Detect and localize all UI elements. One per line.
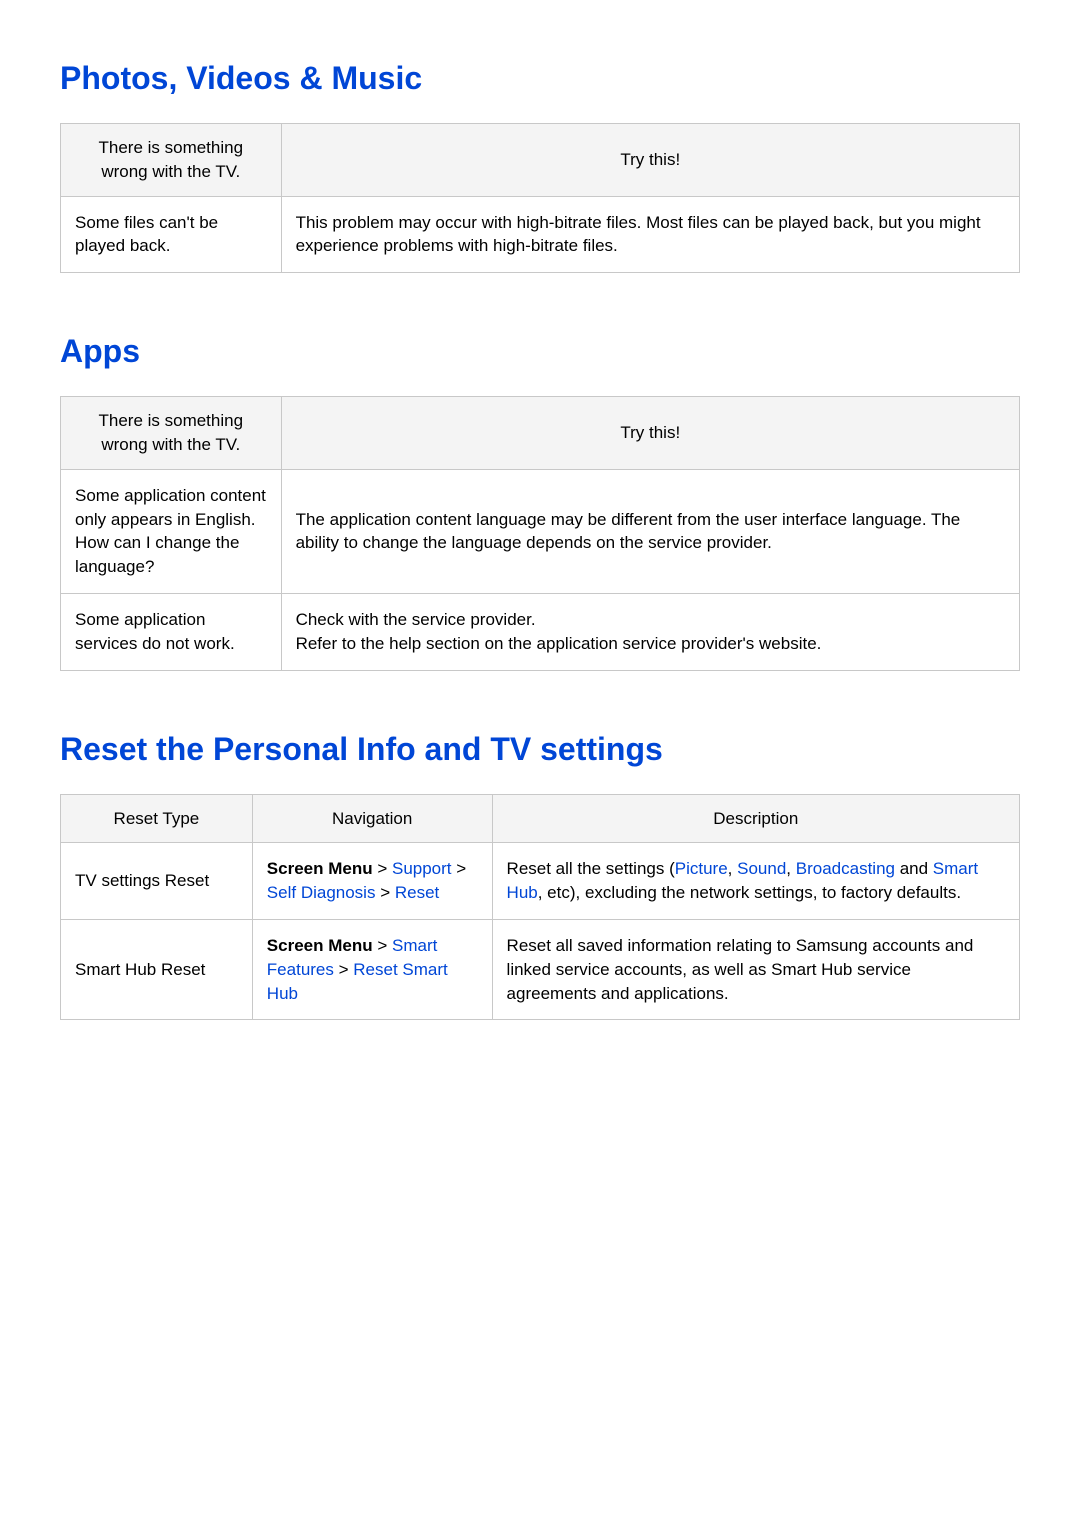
- apps-row0-fix: The application content language may be …: [281, 469, 1019, 593]
- reset-table: Reset Type Navigation Description TV set…: [60, 794, 1020, 1021]
- nav-prefix: Screen Menu: [267, 859, 373, 878]
- photos-table: There is something wrong with the TV. Tr…: [60, 123, 1020, 273]
- photos-row0-issue: Some files can't be played back.: [61, 196, 282, 273]
- apps-row1-issue: Some application services do not work.: [61, 593, 282, 670]
- reset-row0-type: TV settings Reset: [61, 843, 253, 920]
- heading-reset: Reset the Personal Info and TV settings: [60, 731, 1020, 768]
- reset-row1-type: Smart Hub Reset: [61, 919, 253, 1019]
- reset-row0-nav: Screen Menu > Support > Self Diagnosis >…: [252, 843, 492, 920]
- nav-link-self-diagnosis: Self Diagnosis: [267, 883, 376, 902]
- desc-text: , etc), excluding the network settings, …: [538, 883, 961, 902]
- reset-header-desc: Description: [492, 794, 1019, 843]
- section-reset: Reset the Personal Info and TV settings …: [60, 731, 1020, 1021]
- table-row: Some application services do not work. C…: [61, 593, 1020, 670]
- apps-row1-fix-line2: Refer to the help section on the applica…: [296, 634, 822, 653]
- table-row: Smart Hub Reset Screen Menu > Smart Feat…: [61, 919, 1020, 1019]
- desc-text: ,: [728, 859, 737, 878]
- desc-text: ,: [786, 859, 795, 878]
- desc-link-picture: Picture: [675, 859, 728, 878]
- photos-header-fix: Try this!: [281, 124, 1019, 197]
- apps-row1-fix: Check with the service provider. Refer t…: [281, 593, 1019, 670]
- reset-row1-nav: Screen Menu > Smart Features > Reset Sma…: [252, 919, 492, 1019]
- reset-row0-desc: Reset all the settings (Picture, Sound , …: [492, 843, 1019, 920]
- apps-header-issue: There is something wrong with the TV.: [61, 397, 282, 470]
- apps-row1-fix-line1: Check with the service provider.: [296, 610, 536, 629]
- nav-link-support: Support: [392, 859, 452, 878]
- heading-apps: Apps: [60, 333, 1020, 370]
- reset-header-nav: Navigation: [252, 794, 492, 843]
- table-row: TV settings Reset Screen Menu > Support …: [61, 843, 1020, 920]
- section-apps: Apps There is something wrong with the T…: [60, 333, 1020, 670]
- reset-header-type: Reset Type: [61, 794, 253, 843]
- nav-sep: >: [452, 859, 467, 878]
- apps-row0-issue: Some application content only appears in…: [61, 469, 282, 593]
- nav-prefix: Screen Menu: [267, 936, 373, 955]
- heading-photos-videos-music: Photos, Videos & Music: [60, 60, 1020, 97]
- nav-sep: >: [373, 859, 392, 878]
- table-header-row: There is something wrong with the TV. Tr…: [61, 124, 1020, 197]
- reset-row1-desc: Reset all saved information relating to …: [492, 919, 1019, 1019]
- section-photos: Photos, Videos & Music There is somethin…: [60, 60, 1020, 273]
- desc-text: Reset all the settings (: [507, 859, 675, 878]
- nav-sep: >: [334, 960, 353, 979]
- apps-header-fix: Try this!: [281, 397, 1019, 470]
- photos-row0-fix: This problem may occur with high-bitrate…: [281, 196, 1019, 273]
- nav-sep: >: [375, 883, 394, 902]
- photos-header-issue: There is something wrong with the TV.: [61, 124, 282, 197]
- nav-sep: >: [373, 936, 392, 955]
- document-page: Photos, Videos & Music There is somethin…: [0, 0, 1080, 1140]
- desc-link-sound: Sound: [737, 859, 786, 878]
- apps-table: There is something wrong with the TV. Tr…: [60, 396, 1020, 670]
- table-row: Some files can't be played back. This pr…: [61, 196, 1020, 273]
- table-header-row: There is something wrong with the TV. Tr…: [61, 397, 1020, 470]
- desc-text: and: [895, 859, 933, 878]
- table-row: Some application content only appears in…: [61, 469, 1020, 593]
- nav-link-reset: Reset: [395, 883, 439, 902]
- table-header-row: Reset Type Navigation Description: [61, 794, 1020, 843]
- desc-link-broadcasting: Broadcasting: [796, 859, 895, 878]
